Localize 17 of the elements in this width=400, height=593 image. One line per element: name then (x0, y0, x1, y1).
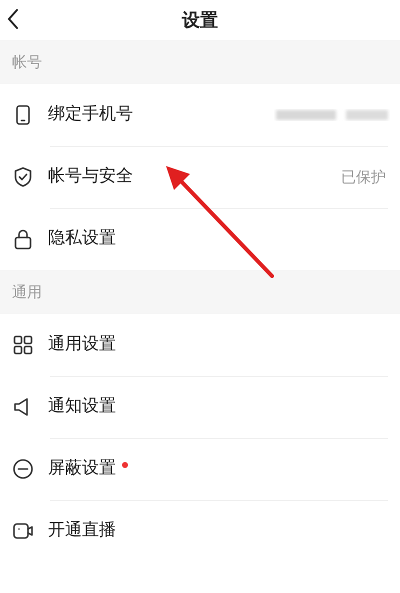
lock-icon (12, 228, 34, 250)
setting-label[interactable]: 通知设置 (48, 394, 116, 420)
setting-label[interactable]: 屏蔽设置 (48, 456, 116, 482)
section-title: 通用 (12, 282, 42, 303)
setting-label[interactable]: 开通直播 (48, 518, 116, 544)
setting-label[interactable]: 隐私设置 (48, 226, 116, 252)
setting-label[interactable]: 帐号与安全 (48, 164, 133, 190)
shield-check-icon (12, 166, 34, 188)
back-icon[interactable] (6, 8, 20, 30)
setting-label[interactable]: 通用设置 (48, 332, 116, 358)
setting-label[interactable]: 绑定手机号 (48, 102, 133, 128)
section-title: 帐号 (12, 52, 42, 73)
status-value: 已保护 (341, 166, 386, 188)
grid-icon (12, 334, 34, 356)
page-title: 设置 (182, 8, 218, 32)
video-camera-icon (12, 520, 34, 542)
minus-circle-icon (12, 458, 34, 480)
